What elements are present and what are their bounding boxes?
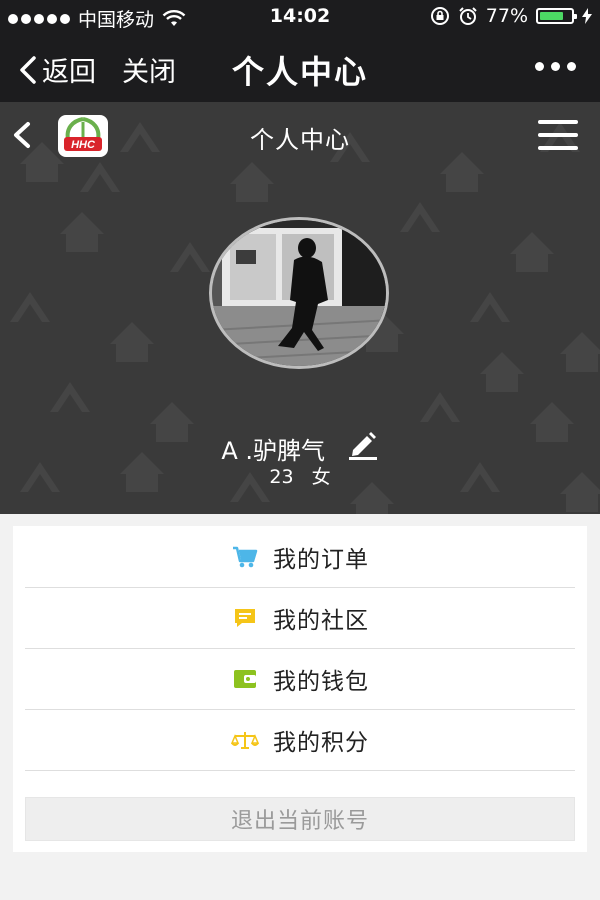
orientation-lock-icon [430, 7, 449, 25]
nav-title: 个人中心 [231, 53, 368, 91]
pattern-triangle-shape [10, 292, 50, 322]
menu-card: 我的订单 我的社区 我的钱包 我的积分 退出当前账号 [13, 526, 587, 852]
pattern-triangle-shape [470, 292, 510, 322]
pattern-triangle-shape [50, 382, 90, 412]
user-meta: 23 女 [0, 462, 600, 489]
profile-header: HHC 个人中心 A .驴脾气 23 女 [0, 102, 600, 514]
menu-label: 我的订单 [273, 546, 369, 573]
battery-percent: 77% [485, 5, 528, 27]
more-dots-icon[interactable] [535, 62, 576, 71]
pattern-house-shape [110, 322, 154, 362]
battery-icon [536, 8, 577, 24]
avatar[interactable] [209, 217, 389, 369]
pattern-triangle-shape [400, 202, 440, 232]
username-row: A .驴脾气 [0, 430, 600, 466]
pattern-house-shape [480, 352, 524, 392]
alarm-icon [459, 7, 477, 25]
menu-item-points[interactable]: 我的积分 [25, 709, 575, 771]
cart-icon [231, 543, 259, 571]
scale-icon [231, 726, 259, 754]
menu-label: 我的社区 [273, 607, 369, 634]
hamburger-menu-icon[interactable] [538, 120, 578, 150]
menu-label: 我的积分 [273, 729, 369, 756]
page-header-bar: HHC 个人中心 [0, 102, 600, 170]
pattern-house-shape [60, 212, 104, 252]
pencil-edit-icon[interactable] [347, 430, 379, 466]
logout-button[interactable]: 退出当前账号 [25, 797, 575, 841]
pattern-house-shape [510, 232, 554, 272]
user-name: A .驴脾气 [221, 436, 326, 465]
user-gender: 女 [311, 466, 331, 488]
menu-item-orders[interactable]: 我的订单 [25, 526, 575, 588]
menu-item-community[interactable]: 我的社区 [25, 587, 575, 649]
pattern-house-shape [560, 332, 600, 372]
menu-item-wallet[interactable]: 我的钱包 [25, 648, 575, 710]
pattern-triangle-shape [170, 242, 210, 272]
menu-label: 我的钱包 [273, 668, 369, 695]
status-right: 77% [430, 5, 592, 27]
charging-icon [582, 8, 592, 24]
chat-bubble-icon [231, 604, 259, 632]
status-bar: 中国移动 14:02 77% [0, 0, 600, 32]
page-title: 个人中心 [250, 126, 350, 154]
pattern-triangle-shape [420, 392, 460, 422]
wechat-navbar: 返回 关闭 个人中心 [0, 32, 600, 102]
user-age: 23 [269, 466, 294, 488]
wallet-icon [231, 665, 259, 693]
